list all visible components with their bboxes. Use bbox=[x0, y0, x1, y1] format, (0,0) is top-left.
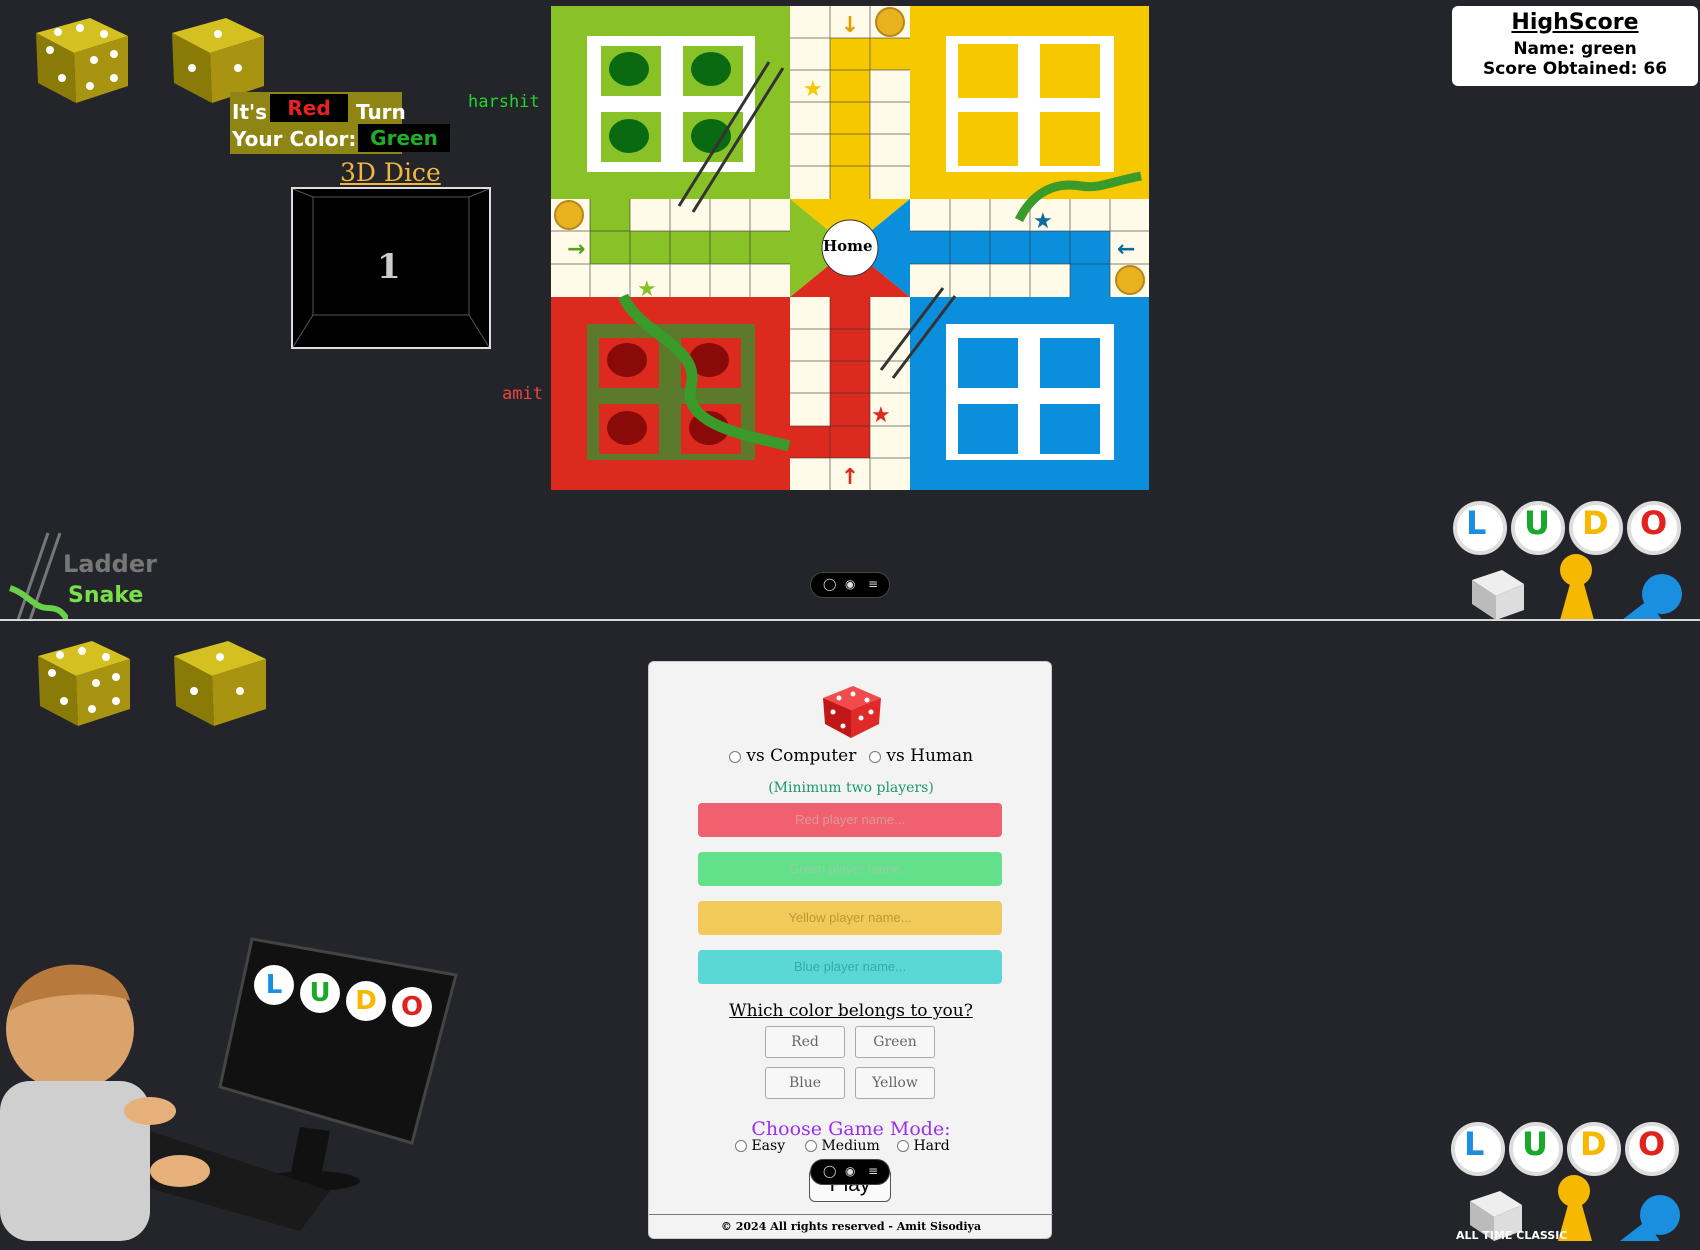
toggle-icon[interactable]: ◉ bbox=[845, 577, 855, 591]
mode-vs-computer[interactable]: vs Computer bbox=[729, 746, 856, 766]
monitor-letter-l: L bbox=[254, 965, 294, 1005]
vs-human-radio[interactable] bbox=[869, 750, 881, 763]
ludo-letter-u: U bbox=[1524, 504, 1550, 542]
monitor-letter-d: D bbox=[346, 981, 386, 1021]
color-option-red[interactable]: Red bbox=[765, 1026, 845, 1058]
ludo-letter-l: L bbox=[1464, 1125, 1485, 1163]
highscore-score: Score Obtained: 66 bbox=[1482, 59, 1668, 79]
chat-icon[interactable]: ◯ bbox=[823, 1164, 836, 1178]
your-color-value: Green bbox=[358, 124, 450, 152]
hard-radio[interactable] bbox=[897, 1140, 909, 1152]
ludo-letter-l: L bbox=[1466, 504, 1487, 542]
ludo-letter-o: O bbox=[1638, 1125, 1666, 1163]
arrow-up-icon: ↑ bbox=[841, 465, 859, 490]
medium-radio[interactable] bbox=[805, 1140, 817, 1152]
footer-divider bbox=[649, 1214, 1053, 1215]
arrow-right-icon: → bbox=[567, 237, 585, 262]
vs-computer-radio[interactable] bbox=[729, 750, 741, 763]
brand-snake: Snake bbox=[68, 583, 144, 608]
game-mode-title: Choose Game Mode: bbox=[751, 1118, 951, 1140]
star-icon: ★ bbox=[637, 277, 657, 302]
menu-icon[interactable]: ≡ bbox=[868, 1164, 878, 1178]
ludo-tagline: ALL TIME CLASSIC bbox=[1456, 1229, 1568, 1242]
medium-label: Medium bbox=[821, 1138, 880, 1154]
dice-icon bbox=[38, 641, 130, 726]
ludo-letter-o: O bbox=[1640, 504, 1668, 542]
color-question: Which color belongs to you? bbox=[729, 1001, 973, 1021]
brand-ladder: Ladder bbox=[63, 550, 157, 578]
color-option-blue[interactable]: Blue bbox=[765, 1067, 845, 1099]
vs-computer-label: vs Computer bbox=[746, 746, 857, 766]
star-icon: ★ bbox=[871, 403, 891, 428]
ludo-logo: L U D O bbox=[1452, 500, 1682, 620]
star-icon: ★ bbox=[1033, 209, 1053, 234]
toggle-icon[interactable]: ◉ bbox=[845, 1164, 855, 1178]
vs-human-label: vs Human bbox=[886, 746, 974, 766]
game-mode-medium[interactable]: Medium bbox=[805, 1138, 880, 1154]
ludo-logo: L U D O ALL TIME CLASSIC bbox=[1450, 1121, 1680, 1242]
game-screen: It's Red Turn Your Color: Green harshit … bbox=[0, 0, 1700, 623]
highscore-name: Name: green bbox=[1513, 39, 1637, 59]
dice3d-roller[interactable]: 1 bbox=[291, 187, 491, 349]
player-name-green: harshit bbox=[468, 92, 540, 112]
monitor-letter-o: O bbox=[392, 987, 432, 1027]
min-players-note: (Minimum two players) bbox=[768, 780, 934, 796]
ludo-letter-d: D bbox=[1580, 1125, 1607, 1163]
red-player-input[interactable]: Red player name... bbox=[698, 803, 1002, 837]
turn-suffix: Turn bbox=[356, 100, 406, 124]
dice3d-title: 3D Dice bbox=[340, 158, 441, 187]
floating-toolbar[interactable]: ◯ ◉ ≡ bbox=[810, 1159, 890, 1185]
player-name-red: amit bbox=[502, 384, 543, 404]
ludo-letter-u: U bbox=[1522, 1125, 1548, 1163]
your-color-label: Your Color: bbox=[232, 127, 357, 151]
floating-toolbar[interactable]: ◯ ◉ ≡ bbox=[810, 572, 890, 598]
ladder-snake-icon bbox=[8, 532, 71, 623]
green-player-input[interactable]: Green player name... bbox=[698, 852, 1002, 886]
monitor-ludo-logo: L U D O bbox=[248, 961, 468, 1031]
highscore-title: HighScore bbox=[1511, 10, 1639, 35]
game-mode-hard[interactable]: Hard bbox=[897, 1138, 950, 1154]
color-option-green[interactable]: Green bbox=[855, 1026, 935, 1058]
setup-card: vs Computer vs Human (Minimum two player… bbox=[648, 661, 1053, 1239]
home-label: Home bbox=[823, 237, 873, 255]
red-dice-icon bbox=[823, 686, 881, 738]
menu-icon[interactable]: ≡ bbox=[868, 577, 878, 591]
monitor-letter-u: U bbox=[300, 973, 340, 1013]
copyright-footer: © 2024 All rights reserved - Amit Sisodi… bbox=[720, 1220, 982, 1233]
dice-face-value: 1 bbox=[377, 247, 401, 287]
turn-indicator: It's Red Turn Your Color: Green bbox=[230, 92, 450, 154]
yellow-player-input[interactable]: Yellow player name... bbox=[698, 901, 1002, 935]
hard-label: Hard bbox=[913, 1138, 950, 1154]
turn-color: Red bbox=[270, 94, 348, 122]
easy-label: Easy bbox=[751, 1138, 786, 1154]
setup-screen: L U D O vs Computer vs Human (Minimum tw… bbox=[0, 621, 1700, 1242]
blue-player-input[interactable]: Blue player name... bbox=[698, 950, 1002, 984]
highscore-panel: HighScore Name: green Score Obtained: 66 bbox=[1452, 6, 1698, 86]
dice-icon bbox=[36, 18, 128, 103]
color-option-yellow[interactable]: Yellow bbox=[855, 1067, 935, 1099]
arrow-left-icon: ← bbox=[1117, 237, 1135, 262]
turn-prefix: It's bbox=[232, 100, 268, 124]
arrow-down-icon: ↓ bbox=[841, 13, 859, 38]
ladder-snake-logo: Ladder Snake bbox=[8, 528, 178, 623]
mode-vs-human[interactable]: vs Human bbox=[869, 746, 973, 766]
ludo-letter-d: D bbox=[1582, 504, 1609, 542]
game-mode-easy[interactable]: Easy bbox=[735, 1138, 785, 1154]
easy-radio[interactable] bbox=[735, 1140, 747, 1152]
star-icon: ★ bbox=[803, 77, 823, 102]
dice-icon bbox=[174, 641, 266, 726]
chat-icon[interactable]: ◯ bbox=[823, 577, 836, 591]
